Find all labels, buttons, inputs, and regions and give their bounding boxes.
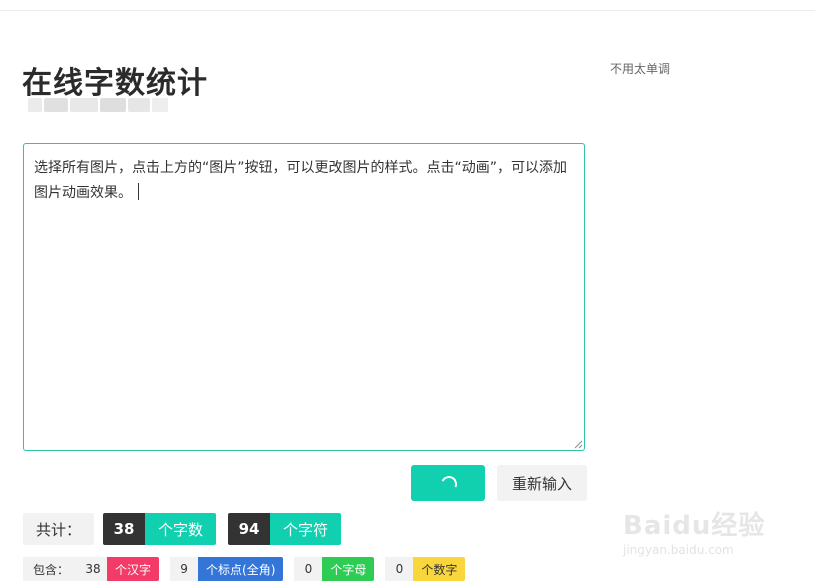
char-count-label: 个字符 bbox=[270, 513, 342, 545]
punctuation-value: 9 bbox=[170, 557, 199, 581]
breakdown-stats: 包含： 38 个汉字 9 个标点(全角) 0 个字母 0 个数字 bbox=[23, 557, 476, 581]
word-count-label: 个字数 bbox=[145, 513, 217, 545]
total-stats: 共计： 38 个字数 94 个字符 bbox=[23, 513, 353, 545]
page-title: 在线字数统计 bbox=[22, 66, 208, 101]
contains-label: 包含： bbox=[23, 557, 80, 581]
top-divider bbox=[0, 10, 815, 11]
digit-value: 0 bbox=[385, 557, 414, 581]
editor-content: 选择所有图片，点击上方的“图片”按钮，可以更改图片的样式。点击“动画”，可以添加… bbox=[34, 160, 568, 201]
chinese-char-value: 38 bbox=[79, 557, 108, 581]
word-count-value: 38 bbox=[103, 513, 146, 545]
total-label: 共计： bbox=[23, 513, 95, 545]
count-button[interactable] bbox=[411, 465, 485, 501]
chinese-char-stat: 38 个汉字 bbox=[79, 557, 160, 581]
watermark-brand: Baidu经验 bbox=[623, 511, 766, 541]
letter-value: 0 bbox=[294, 557, 323, 581]
text-input-area[interactable]: 选择所有图片，点击上方的“图片”按钮，可以更改图片的样式。点击“动画”，可以添加… bbox=[23, 143, 585, 451]
letter-label: 个字母 bbox=[322, 557, 375, 581]
letter-stat: 0 个字母 bbox=[294, 557, 375, 581]
chinese-char-label: 个汉字 bbox=[107, 557, 160, 581]
baidu-watermark: Baidu经验 jingyan.baidu.com bbox=[623, 497, 783, 567]
digit-stat: 0 个数字 bbox=[385, 557, 466, 581]
punctuation-label: 个标点(全角) bbox=[198, 557, 284, 581]
resize-handle-icon[interactable] bbox=[573, 439, 583, 449]
side-note: 不用太单调 bbox=[610, 62, 671, 76]
text-caret bbox=[138, 183, 139, 200]
reset-button[interactable]: 重新输入 bbox=[497, 465, 587, 501]
char-count-stat: 94 个字符 bbox=[228, 513, 342, 545]
watermark-url: jingyan.baidu.com bbox=[623, 543, 734, 557]
digit-label: 个数字 bbox=[413, 557, 466, 581]
word-count-stat: 38 个字数 bbox=[103, 513, 217, 545]
char-count-value: 94 bbox=[228, 513, 271, 545]
blurred-subtitle bbox=[28, 98, 168, 112]
punctuation-stat: 9 个标点(全角) bbox=[170, 557, 284, 581]
loading-spinner-icon bbox=[438, 473, 460, 495]
